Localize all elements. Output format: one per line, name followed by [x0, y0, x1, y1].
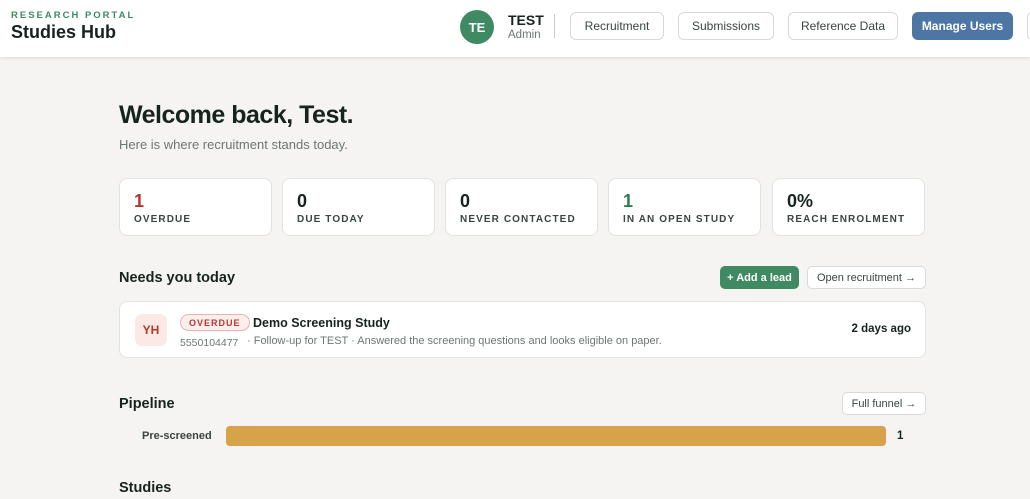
lead-avatar: YH: [135, 314, 167, 346]
app-title: Studies Hub: [11, 22, 117, 42]
stat-label: OVERDUE: [134, 214, 192, 225]
user-name: TEST: [508, 12, 544, 28]
pipeline-section-title: Pipeline: [119, 396, 175, 412]
stat-value: 1: [134, 191, 145, 211]
needs-section-title: Needs you today: [119, 270, 236, 286]
manage-users-button[interactable]: Manage Users: [912, 12, 1013, 40]
header-divider: [554, 14, 555, 38]
lead-note: · Follow-up for TEST · Answered the scre…: [247, 335, 662, 347]
pipeline-stage-count: 1: [897, 430, 904, 442]
stat-label: REACH ENROLMENT: [787, 214, 906, 225]
brand[interactable]: RESEARCH PORTAL Studies Hub: [11, 10, 135, 43]
stat-card-open-study[interactable]: 1 IN AN OPEN STUDY: [608, 178, 761, 236]
stat-card-overdue[interactable]: 1 OVERDUE: [119, 178, 272, 236]
user-avatar[interactable]: TE: [460, 10, 494, 44]
stat-value: 0: [460, 191, 471, 211]
nav-reference-data-button[interactable]: Reference Data: [788, 12, 898, 40]
stat-card-reach-enrolment[interactable]: 0% REACH ENROLMENT: [772, 178, 925, 236]
lead-time: 2 days ago: [851, 323, 911, 335]
stat-label: IN AN OPEN STUDY: [623, 214, 736, 225]
pipeline-stage-track: [226, 426, 886, 446]
open-recruitment-button[interactable]: Open recruitment →: [807, 266, 926, 289]
brand-kicker: RESEARCH PORTAL: [11, 10, 136, 21]
nav-recruitment-button[interactable]: Recruitment: [570, 12, 664, 40]
user-role: Admin: [508, 29, 541, 41]
overdue-badge: OVERDUE: [180, 314, 250, 331]
pipeline-stage-bar: [226, 426, 886, 446]
stat-card-due-today[interactable]: 0 DUE TODAY: [282, 178, 435, 236]
lead-phone: 5550104477: [180, 337, 239, 349]
lead-card[interactable]: YH OVERDUE Demo Screening Study 55501044…: [119, 301, 926, 358]
top-bar: RESEARCH PORTAL Studies Hub TE TEST Admi…: [0, 0, 1030, 57]
lead-study-name[interactable]: Demo Screening Study: [253, 316, 390, 330]
nav-submissions-button[interactable]: Submissions: [678, 12, 774, 40]
user-info: TEST Admin: [508, 12, 544, 41]
pipeline-stage-label: Pre-screened: [142, 430, 212, 442]
add-lead-button[interactable]: + Add a lead: [720, 266, 799, 289]
stat-label: NEVER CONTACTED: [460, 214, 576, 225]
welcome-title: Welcome back, Test.: [119, 101, 354, 129]
stat-card-never-contacted[interactable]: 0 NEVER CONTACTED: [445, 178, 598, 236]
stat-value: 0%: [787, 191, 814, 211]
stat-label: DUE TODAY: [297, 214, 365, 225]
welcome-subtitle: Here is where recruitment stands today.: [119, 137, 348, 152]
stat-value: 1: [623, 191, 634, 211]
stat-value: 0: [297, 191, 308, 211]
studies-section-title: Studies: [119, 480, 172, 496]
full-funnel-button[interactable]: Full funnel →: [842, 392, 926, 415]
